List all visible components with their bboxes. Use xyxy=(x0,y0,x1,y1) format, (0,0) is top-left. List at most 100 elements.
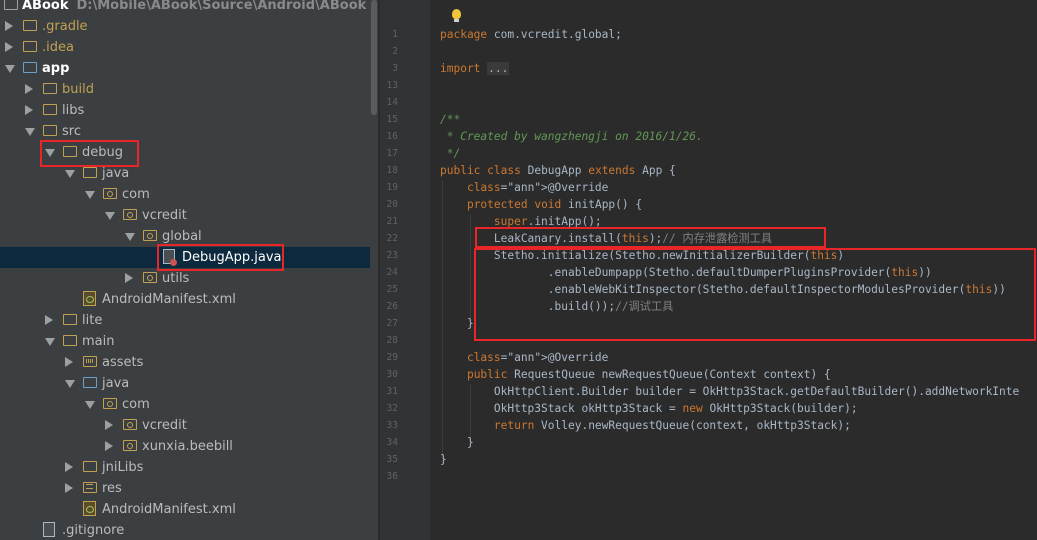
tree-item[interactable]: .idea xyxy=(0,37,370,58)
tree-item-label: lite xyxy=(82,313,103,328)
line-number: 1 xyxy=(392,29,398,40)
tree-item[interactable]: AndroidManifest.xml xyxy=(0,499,370,520)
code-line[interactable]: package com.vcredit.global; xyxy=(440,26,622,43)
line-number: 34 xyxy=(386,437,398,448)
tree-item[interactable]: lite xyxy=(0,310,370,331)
tree-item[interactable]: jniLibs xyxy=(0,457,370,478)
code-line[interactable]: } xyxy=(440,451,447,468)
chevron-down-icon[interactable] xyxy=(85,191,95,199)
tree-item[interactable]: res xyxy=(0,478,370,499)
package-icon xyxy=(143,272,157,283)
line-number: 28 xyxy=(386,335,398,346)
package-icon xyxy=(123,440,137,451)
tree-item[interactable]: assets xyxy=(0,352,370,373)
code-line[interactable]: public RequestQueue newRequestQueue(Cont… xyxy=(440,366,831,383)
chevron-down-icon[interactable] xyxy=(125,233,135,241)
tree-item[interactable]: vcredit xyxy=(0,415,370,436)
code-line[interactable]: protected void initApp() { xyxy=(440,196,642,213)
project-folder-icon xyxy=(4,0,18,10)
tree-item-label: vcredit xyxy=(142,418,187,433)
chevron-right-icon[interactable] xyxy=(65,462,73,472)
tree-item-label: main xyxy=(82,334,115,349)
chevron-down-icon[interactable] xyxy=(65,170,75,178)
project-root-row[interactable]: ABook D:\Mobile\ABook\Source\Android\ABoo… xyxy=(0,0,370,16)
line-number: 24 xyxy=(386,267,398,278)
sidebar-scrollbar[interactable] xyxy=(370,0,378,540)
line-number: 2 xyxy=(392,46,398,57)
chevron-right-icon[interactable] xyxy=(25,84,33,94)
tree-item-label: jniLibs xyxy=(102,460,144,475)
code-line[interactable]: public class DebugApp extends App { xyxy=(440,162,676,179)
line-number: 16 xyxy=(386,131,398,142)
chevron-down-icon[interactable] xyxy=(65,380,75,388)
code-line[interactable]: } xyxy=(440,315,474,332)
chevron-down-icon[interactable] xyxy=(85,401,95,409)
tree-item-label: utils xyxy=(162,271,190,286)
line-number: 15 xyxy=(386,114,398,125)
chevron-right-icon[interactable] xyxy=(45,315,53,325)
chevron-right-icon[interactable] xyxy=(65,357,73,367)
folder-icon xyxy=(83,167,97,178)
tree-item[interactable]: com xyxy=(0,394,370,415)
sidebar-scrollbar-thumb[interactable] xyxy=(371,0,377,115)
res-folder-icon xyxy=(83,482,97,493)
tree-item[interactable]: main xyxy=(0,331,370,352)
line-number: 17 xyxy=(386,148,398,159)
line-number: 18 xyxy=(386,165,398,176)
package-icon xyxy=(103,188,117,199)
code-line[interactable]: /** xyxy=(440,111,460,128)
code-line[interactable]: OkHttpClient.Builder builder = OkHttp3St… xyxy=(440,383,1019,400)
code-line[interactable]: * Created by wangzhengji on 2016/1/26. xyxy=(440,128,703,145)
chevron-down-icon[interactable] xyxy=(25,128,35,136)
line-number: 29 xyxy=(386,352,398,363)
tree-item-label: xunxia.beebill xyxy=(142,439,233,454)
line-number: 36 xyxy=(386,471,398,482)
code-line[interactable]: import ... xyxy=(440,60,510,77)
chevron-down-icon[interactable] xyxy=(105,212,115,220)
tree-item[interactable]: .gradle xyxy=(0,16,370,37)
editor-gutter: 1 2 3 13 14 15 16 17 18 19 20 21 22 23 24 25 26 27 28 29 30 3… xyxy=(380,0,438,540)
tree-item[interactable]: src xyxy=(0,121,370,142)
tree-item-label: build xyxy=(62,82,94,97)
tree-item[interactable]: build xyxy=(0,79,370,100)
tree-item-label: AndroidManifest.xml xyxy=(102,292,236,307)
highlight-box-debugapp xyxy=(157,244,284,271)
tree-item[interactable]: com xyxy=(0,184,370,205)
tree-item-label: assets xyxy=(102,355,144,370)
source-folder-icon xyxy=(83,377,97,388)
code-line[interactable]: OkHttp3Stack okHttp3Stack = new OkHttp3S… xyxy=(440,400,858,417)
chevron-right-icon[interactable] xyxy=(5,21,13,31)
tree-item[interactable]: AndroidManifest.xml xyxy=(0,289,370,310)
line-number: 3 xyxy=(392,63,398,74)
lightbulb-icon[interactable] xyxy=(452,9,461,22)
chevron-right-icon[interactable] xyxy=(105,441,113,451)
tree-item[interactable]: .gitignore xyxy=(0,520,370,540)
code-line[interactable]: class="ann">@Override xyxy=(440,349,608,366)
tree-item[interactable]: libs xyxy=(0,100,370,121)
package-icon xyxy=(123,419,137,430)
code-line[interactable]: } xyxy=(440,434,474,451)
tree-item[interactable]: utils xyxy=(0,268,370,289)
tree-item[interactable]: xunxia.beebill xyxy=(0,436,370,457)
project-root-path: D:\Mobile\ABook\Source\Android\ABook xyxy=(76,0,367,13)
code-line[interactable]: return Volley.newRequestQueue(context, o… xyxy=(440,417,851,434)
tree-item[interactable]: java xyxy=(0,373,370,394)
tree-item[interactable]: vcredit xyxy=(0,205,370,226)
xml-file-icon xyxy=(83,501,96,516)
code-line[interactable]: class="ann">@Override xyxy=(440,179,608,196)
package-icon xyxy=(143,230,157,241)
tree-item-label: .idea xyxy=(42,40,74,55)
code-line[interactable]: */ xyxy=(440,145,460,162)
chevron-right-icon[interactable] xyxy=(65,483,73,493)
chevron-right-icon[interactable] xyxy=(105,420,113,430)
chevron-down-icon[interactable] xyxy=(45,338,55,346)
line-number: 21 xyxy=(386,216,398,227)
chevron-down-icon[interactable] xyxy=(5,65,15,73)
package-icon xyxy=(103,398,117,409)
folder-icon xyxy=(63,335,77,346)
chevron-right-icon[interactable] xyxy=(125,273,133,283)
chevron-right-icon[interactable] xyxy=(25,105,33,115)
chevron-right-icon[interactable] xyxy=(5,42,13,52)
tree-item-label: com xyxy=(122,397,150,412)
tree-item[interactable]: app xyxy=(0,58,370,79)
